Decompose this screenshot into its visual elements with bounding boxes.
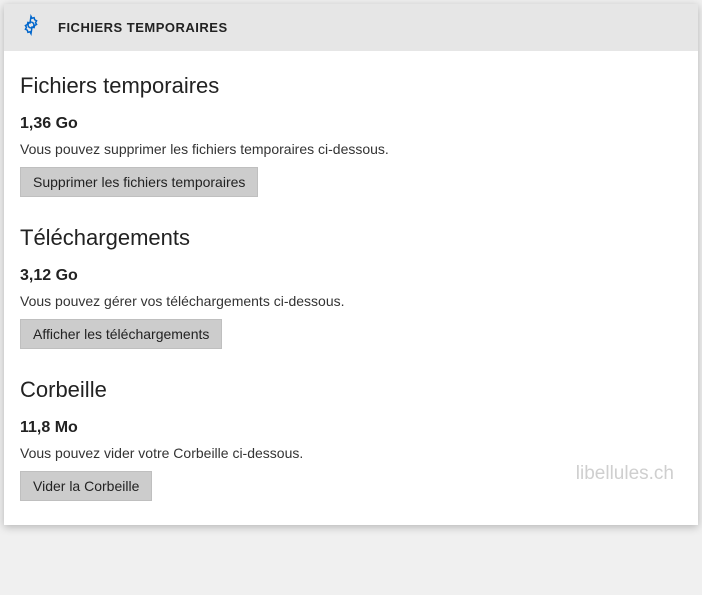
- window-header: FICHIERS TEMPORAIRES: [4, 4, 698, 51]
- section-downloads: Téléchargements 3,12 Go Vous pouvez gére…: [20, 225, 682, 349]
- section-trash: Corbeille 11,8 Mo Vous pouvez vider votr…: [20, 377, 682, 501]
- gear-icon: [20, 14, 42, 41]
- trash-size: 11,8 Mo: [20, 419, 682, 437]
- content-area: Fichiers temporaires 1,36 Go Vous pouvez…: [4, 51, 698, 525]
- downloads-size: 3,12 Go: [20, 267, 682, 285]
- temp-desc: Vous pouvez supprimer les fichiers tempo…: [20, 141, 682, 157]
- show-downloads-button[interactable]: Afficher les téléchargements: [20, 319, 222, 349]
- settings-window: FICHIERS TEMPORAIRES Fichiers temporaire…: [4, 4, 698, 525]
- section-title: Téléchargements: [20, 225, 682, 251]
- window-title: FICHIERS TEMPORAIRES: [58, 20, 228, 35]
- section-temp-files: Fichiers temporaires 1,36 Go Vous pouvez…: [20, 73, 682, 197]
- trash-desc: Vous pouvez vider votre Corbeille ci-des…: [20, 445, 682, 461]
- temp-size: 1,36 Go: [20, 115, 682, 133]
- section-title: Corbeille: [20, 377, 682, 403]
- delete-temp-button[interactable]: Supprimer les fichiers temporaires: [20, 167, 258, 197]
- downloads-desc: Vous pouvez gérer vos téléchargements ci…: [20, 293, 682, 309]
- section-title: Fichiers temporaires: [20, 73, 682, 99]
- empty-trash-button[interactable]: Vider la Corbeille: [20, 471, 152, 501]
